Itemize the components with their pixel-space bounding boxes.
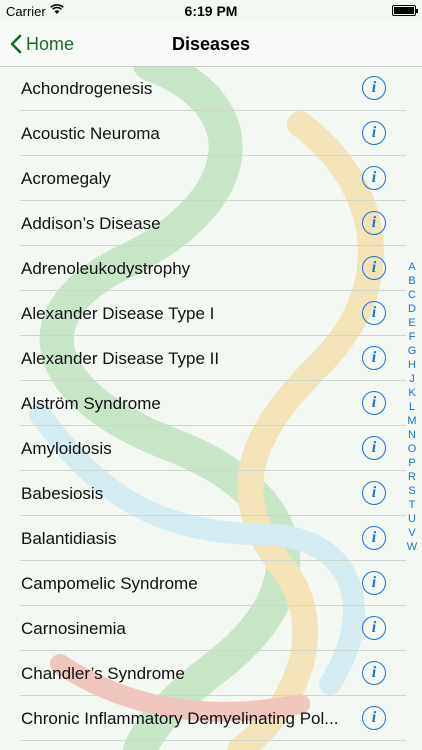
list-item[interactable]: Addison’s Disease i — [0, 201, 406, 246]
battery-icon — [392, 5, 418, 16]
index-letter[interactable]: J — [409, 372, 415, 386]
list-item[interactable]: Chronic Inflammatory Demyelinating Pol..… — [0, 696, 406, 741]
index-letter[interactable]: C — [408, 288, 416, 302]
list-item-label: Alexander Disease Type I — [21, 304, 215, 323]
index-letter[interactable]: H — [408, 358, 416, 372]
list-item-label: Balantidiasis — [21, 529, 117, 548]
index-letter[interactable]: M — [407, 414, 416, 428]
index-letter[interactable]: B — [408, 274, 415, 288]
info-circle-icon[interactable]: i — [362, 391, 386, 415]
list-item[interactable]: Babesiosis i — [0, 471, 406, 516]
list-item[interactable]: Alexander Disease Type I i — [0, 291, 406, 336]
info-circle-icon[interactable]: i — [362, 346, 386, 370]
list-item[interactable]: Adrenoleukodystrophy i — [0, 246, 406, 291]
status-bar: Carrier 6:19 PM — [0, 0, 422, 22]
index-letter[interactable]: T — [409, 498, 416, 512]
info-circle-icon[interactable]: i — [362, 706, 386, 730]
index-letter[interactable]: E — [408, 316, 415, 330]
list-item-label: Amyloidosis — [21, 439, 112, 458]
list-item-label: Achondrogenesis — [21, 79, 153, 98]
info-circle-icon[interactable]: i — [362, 571, 386, 595]
list-item-label: Adrenoleukodystrophy — [21, 259, 191, 278]
info-circle-icon[interactable]: i — [362, 481, 386, 505]
index-letter[interactable]: S — [408, 484, 415, 498]
index-letter[interactable]: V — [408, 526, 415, 540]
status-time: 6:19 PM — [184, 3, 238, 19]
list-item[interactable]: Acoustic Neuroma i — [0, 111, 406, 156]
list-item-label: Campomelic Syndrome — [21, 574, 198, 593]
index-letter[interactable]: U — [408, 512, 416, 526]
navigation-bar: Home Diseases — [0, 22, 422, 67]
info-circle-icon[interactable]: i — [362, 256, 386, 280]
list-item[interactable]: Chandler’s Syndrome i — [0, 651, 406, 696]
index-letter[interactable]: A — [408, 260, 415, 274]
index-letter[interactable]: G — [408, 344, 417, 358]
info-circle-icon[interactable]: i — [362, 526, 386, 550]
info-circle-icon[interactable]: i — [362, 661, 386, 685]
page-title: Diseases — [171, 34, 251, 54]
info-circle-icon[interactable]: i — [362, 166, 386, 190]
list-item[interactable]: Campomelic Syndrome i — [0, 561, 406, 606]
list-item-label: Alexander Disease Type II — [21, 349, 220, 368]
info-circle-icon[interactable]: i — [362, 121, 386, 145]
list-item-label: Babesiosis — [21, 484, 104, 503]
list-item-label: Chronic Inflammatory Demyelinating Pol..… — [21, 709, 339, 728]
index-letter[interactable]: K — [408, 386, 415, 400]
list-item-label: Carnosinemia — [21, 619, 126, 638]
list-item[interactable]: Amyloidosis i — [0, 426, 406, 471]
list-item-label: Alström Syndrome — [21, 394, 161, 413]
list-item-label: Acromegaly — [21, 169, 111, 188]
index-letter[interactable]: N — [408, 428, 416, 442]
index-letter[interactable]: P — [408, 456, 415, 470]
list-item-label: Acoustic Neuroma — [21, 124, 160, 143]
list-item-label: Addison’s Disease — [21, 214, 161, 233]
info-circle-icon[interactable]: i — [362, 616, 386, 640]
info-circle-icon[interactable]: i — [362, 211, 386, 235]
list-item[interactable]: Carnosinemia i — [0, 606, 406, 651]
index-letter[interactable]: F — [409, 330, 416, 344]
disease-list: Achondrogenesis i Acoustic Neuroma i Acrom… — [0, 66, 406, 741]
list-item[interactable]: Alström Syndrome i — [0, 381, 406, 426]
index-letter[interactable]: L — [409, 400, 415, 414]
list-item-label: Chandler’s Syndrome — [21, 664, 185, 683]
index-letter[interactable]: O — [408, 442, 417, 456]
section-index[interactable]: A B C D E F G H J K L M N O P R S T U V … — [404, 260, 420, 554]
info-circle-icon[interactable]: i — [362, 436, 386, 460]
list-item[interactable]: Achondrogenesis i — [0, 66, 406, 111]
info-circle-icon[interactable]: i — [362, 301, 386, 325]
index-letter[interactable]: D — [408, 302, 416, 316]
index-letter[interactable]: W — [407, 540, 417, 554]
list-item[interactable]: Alexander Disease Type II i — [0, 336, 406, 381]
list-item[interactable]: Acromegaly i — [0, 156, 406, 201]
info-circle-icon[interactable]: i — [362, 76, 386, 100]
list-item[interactable]: Balantidiasis i — [0, 516, 406, 561]
index-letter[interactable]: R — [408, 470, 416, 484]
